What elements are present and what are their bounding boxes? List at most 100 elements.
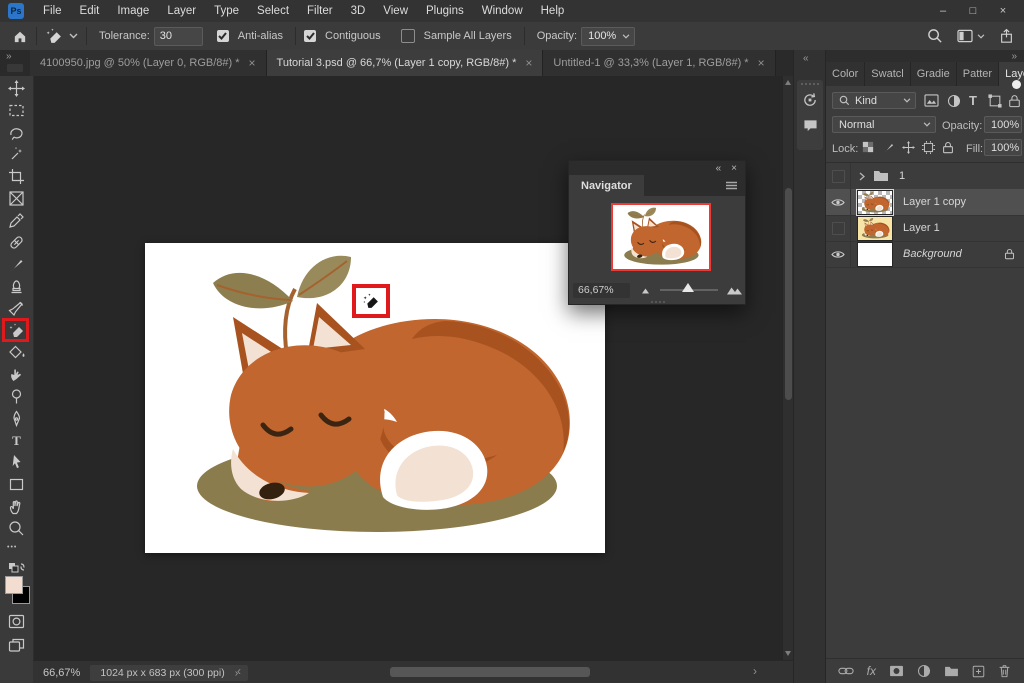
scroll-right-icon[interactable]: › (753, 664, 757, 678)
magic-eraser-tool-preset-icon[interactable] (45, 27, 63, 45)
layer-name[interactable]: Background (903, 248, 962, 260)
rectangle-tool[interactable] (8, 476, 25, 493)
scroll-left-icon[interactable]: ‹ (237, 664, 241, 678)
menu-file[interactable]: File (34, 5, 71, 17)
dock-grip[interactable] (797, 80, 823, 85)
filter-type-layers-icon[interactable]: T (969, 93, 977, 108)
minimize-button[interactable]: – (928, 0, 958, 22)
eyedropper-tool[interactable] (8, 212, 25, 229)
document-tab-active[interactable]: Tutorial 3.psd @ 66,7% (Layer 1 copy, RG… (266, 50, 544, 76)
move-tool[interactable] (8, 80, 25, 97)
filter-toggle[interactable] (1012, 80, 1021, 89)
chevron-right-icon[interactable] (859, 172, 865, 181)
document-tab[interactable]: Untitled-1 @ 33,3% (Layer 1, RGB/8#) * × (543, 50, 776, 76)
smudge-tool[interactable] (8, 366, 25, 383)
dodge-tool[interactable] (8, 388, 25, 405)
layer-thumbnail[interactable] (857, 241, 893, 267)
type-tool[interactable]: T (8, 432, 25, 449)
lock-artboard-icon[interactable] (922, 141, 935, 154)
brush-tool[interactable] (8, 256, 25, 273)
chevron-down-icon[interactable] (69, 33, 78, 39)
scroll-down-icon[interactable] (785, 651, 791, 656)
filter-shape-layers-icon[interactable] (988, 94, 1002, 108)
new-adjustment-layer-icon[interactable] (917, 664, 931, 678)
lock-all-icon[interactable] (942, 141, 954, 154)
lasso-tool[interactable] (8, 124, 25, 141)
maximize-button[interactable]: □ (958, 0, 988, 22)
foreground-color-swatch[interactable] (5, 576, 23, 594)
opacity-combo[interactable]: 100% (581, 26, 636, 46)
layer-name[interactable]: Layer 1 copy (903, 196, 966, 208)
layer-thumbnail[interactable] (857, 215, 893, 241)
search-icon[interactable] (927, 28, 943, 44)
visibility-toggle[interactable] (826, 215, 851, 241)
menu-layer[interactable]: Layer (158, 5, 205, 17)
spot-healing-brush-tool[interactable] (8, 234, 25, 251)
new-layer-icon[interactable] (972, 665, 985, 678)
horizontal-scrollbar[interactable]: ‹ › (233, 664, 765, 679)
pen-tool[interactable] (8, 410, 25, 427)
menu-window[interactable]: Window (473, 5, 532, 17)
lock-pixels-icon[interactable] (882, 141, 895, 154)
menu-help[interactable]: Help (532, 5, 574, 17)
document-tab[interactable]: 4100950.jpg @ 50% (Layer 0, RGB/8#) * × (30, 50, 267, 76)
menu-type[interactable]: Type (205, 5, 248, 17)
add-layer-mask-icon[interactable] (889, 665, 904, 677)
panel-resize-grip[interactable] (651, 301, 665, 303)
tab-navigator[interactable]: Navigator (569, 175, 644, 196)
fill-combo[interactable]: 100% (984, 139, 1022, 156)
close-icon[interactable]: × (758, 56, 765, 70)
slider-thumb[interactable] (682, 283, 694, 292)
scroll-up-icon[interactable] (785, 80, 791, 85)
panel-menu-icon[interactable] (726, 175, 737, 196)
canvas[interactable] (145, 243, 605, 553)
layer-style-icon[interactable]: fx (867, 664, 876, 678)
menu-filter[interactable]: Filter (298, 5, 342, 17)
layer-row[interactable]: Layer 1 (826, 215, 1024, 242)
tab-gradients[interactable]: Gradie (910, 62, 957, 86)
layer-row-group[interactable]: 1 (826, 163, 1024, 190)
crop-tool[interactable] (8, 168, 25, 185)
tab-overflow-control[interactable]: » (0, 50, 30, 76)
share-icon[interactable] (999, 28, 1014, 44)
clone-stamp-tool[interactable] (8, 278, 25, 295)
comments-panel-icon[interactable] (797, 113, 823, 139)
tolerance-input[interactable]: 30 (153, 26, 203, 46)
close-icon[interactable]: × (731, 163, 737, 174)
menu-3d[interactable]: 3D (342, 5, 375, 17)
vertical-scrollbar-thumb[interactable] (785, 188, 792, 400)
zoom-tool[interactable] (8, 520, 25, 537)
menu-edit[interactable]: Edit (71, 5, 109, 17)
sample-all-layers-checkbox[interactable] (400, 29, 415, 43)
lock-position-icon[interactable] (902, 141, 915, 154)
close-icon[interactable]: × (525, 56, 532, 70)
navigator-zoom-field[interactable]: 66,67% (573, 282, 630, 298)
visibility-toggle[interactable] (826, 241, 851, 267)
edit-toolbar-ellipsis-icon[interactable]: ••• (7, 544, 17, 551)
hand-tool[interactable] (8, 498, 25, 515)
history-panel-icon[interactable] (797, 87, 823, 113)
magic-wand-tool[interactable] (8, 146, 25, 163)
visibility-toggle[interactable] (826, 189, 851, 215)
history-brush-tool[interactable] (8, 300, 25, 317)
close-icon[interactable]: × (249, 56, 256, 70)
quick-mask-mode-icon[interactable] (8, 614, 25, 631)
collapse-panel-icon[interactable]: « (716, 163, 722, 174)
layer-filter-kind-combo[interactable]: Kind (832, 92, 916, 109)
contiguous-checkbox[interactable] (304, 30, 317, 42)
filter-pixel-layers-icon[interactable] (924, 94, 939, 107)
paint-bucket-tool[interactable] (8, 344, 25, 361)
filter-smart-objects-icon[interactable] (1008, 94, 1021, 108)
navigator-zoom-slider[interactable] (660, 283, 718, 292)
layers-opacity-combo[interactable]: 100% (984, 116, 1022, 133)
tab-swatches[interactable]: Swatcl (865, 62, 911, 86)
frame-tool[interactable] (8, 190, 25, 207)
navigator-proxy-view[interactable] (611, 203, 711, 271)
rectangular-marquee-tool[interactable] (8, 102, 25, 119)
link-layers-icon[interactable] (838, 666, 854, 676)
expand-dock-icon[interactable]: » (1011, 51, 1017, 62)
close-button[interactable]: × (988, 0, 1018, 22)
horizontal-scrollbar-thumb[interactable] (390, 667, 590, 677)
workspace-switcher-icon[interactable] (957, 29, 985, 43)
document-info[interactable]: 1024 px x 683 px (300 ppi) › (90, 664, 249, 681)
